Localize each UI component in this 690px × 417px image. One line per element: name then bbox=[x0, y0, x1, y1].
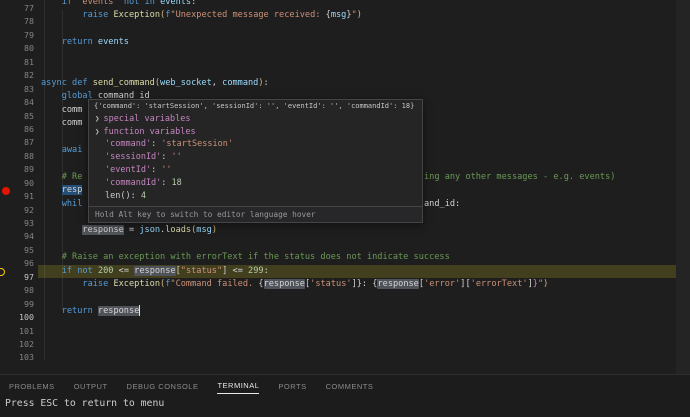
code-line[interactable]: 95 bbox=[0, 238, 690, 251]
gutter[interactable]: 103 bbox=[0, 345, 36, 358]
code-text: return response bbox=[41, 305, 140, 318]
code-text: whil bbox=[41, 198, 82, 211]
tooltip-variable-row[interactable]: 'command': 'startSession' bbox=[89, 138, 422, 151]
code-line[interactable]: 83 async def send_command(web_socket, com… bbox=[0, 77, 690, 90]
gutter[interactable]: 79 bbox=[0, 23, 36, 36]
gutter[interactable]: 78 bbox=[0, 9, 36, 22]
code-line[interactable]: 99 bbox=[0, 292, 690, 305]
tooltip-variable-row[interactable]: 'sessionId': '' bbox=[89, 151, 422, 164]
tooltip-group-special-variables[interactable]: ❯special variables bbox=[89, 112, 422, 125]
gutter[interactable]: 92 bbox=[0, 198, 36, 211]
variable-value: '' bbox=[172, 152, 182, 162]
debug-hover-tooltip[interactable]: {'command': 'startSession', 'sessionId':… bbox=[88, 99, 423, 223]
code-text: if not 200 <= response["status"] <= 299: bbox=[41, 265, 269, 278]
gutter[interactable]: 94 bbox=[0, 224, 36, 237]
code-text: raise Exception(f"Command failed. {respo… bbox=[41, 278, 548, 291]
gutter[interactable]: 96 bbox=[0, 251, 36, 264]
vscode-window: 77 if 'events' not in events:78 raise Ex… bbox=[0, 0, 690, 417]
variable-name: 'commandId' bbox=[105, 178, 161, 188]
code-text-after-tooltip: ing any other messages - e.g. events) bbox=[424, 171, 615, 184]
gutter[interactable]: 93 bbox=[0, 211, 36, 224]
code-line[interactable]: 94 response = json.loads(msg) bbox=[0, 224, 690, 237]
gutter[interactable]: 77 bbox=[0, 0, 36, 9]
code-text: raise Exception(f"Unexpected message rec… bbox=[41, 9, 362, 22]
code-line[interactable]: 103 bbox=[0, 345, 690, 358]
code-text: awai bbox=[41, 144, 82, 157]
gutter[interactable]: 90 bbox=[0, 171, 36, 184]
code-text: async def send_command(web_socket, comma… bbox=[41, 77, 269, 90]
tooltip-rows: ❯special variables❯function variables'co… bbox=[89, 112, 422, 203]
gutter[interactable]: 86 bbox=[0, 117, 36, 130]
panel-tab-problems[interactable]: PROBLEMS bbox=[9, 378, 55, 394]
code-line[interactable]: 100 return response bbox=[0, 305, 690, 318]
gutter[interactable]: 99 bbox=[0, 292, 36, 305]
code-line[interactable]: 101 bbox=[0, 319, 690, 332]
gutter[interactable]: 91 bbox=[0, 184, 36, 197]
chevron-right-icon[interactable]: ❯ bbox=[95, 114, 100, 123]
code-text: if 'events' not in events: bbox=[41, 0, 196, 9]
code-line[interactable]: 80 return events bbox=[0, 36, 690, 49]
code-editor[interactable]: 77 if 'events' not in events:78 raise Ex… bbox=[0, 0, 690, 374]
gutter[interactable]: 89 bbox=[0, 157, 36, 170]
tooltip-variable-row[interactable]: 'commandId': 18 bbox=[89, 177, 422, 190]
variable-value: 4 bbox=[141, 191, 146, 201]
gutter[interactable]: 98 bbox=[0, 278, 36, 291]
gutter[interactable]: 97 bbox=[0, 265, 36, 278]
gutter[interactable]: 85 bbox=[0, 104, 36, 117]
gutter[interactable]: 80 bbox=[0, 36, 36, 49]
code-line[interactable]: 102 bbox=[0, 332, 690, 345]
gutter[interactable]: 101 bbox=[0, 319, 36, 332]
variable-value: 18 bbox=[172, 178, 182, 188]
gutter[interactable]: 81 bbox=[0, 50, 36, 63]
bottom-panel: PROBLEMS OUTPUT DEBUG CONSOLE TERMINAL PORTS… bbox=[0, 374, 690, 417]
variable-value: '' bbox=[161, 165, 171, 175]
gutter[interactable]: 102 bbox=[0, 332, 36, 345]
gutter[interactable]: 83 bbox=[0, 77, 36, 90]
variable-name: 'command' bbox=[105, 139, 151, 149]
editor-scrollbar[interactable] bbox=[676, 0, 690, 374]
panel-tab-debug-console[interactable]: DEBUG CONSOLE bbox=[127, 378, 199, 394]
chevron-right-icon[interactable]: ❯ bbox=[95, 127, 100, 136]
terminal-output[interactable]: Press ESC to return to menu bbox=[0, 398, 690, 409]
code-line[interactable]: 97 if not 200 <= response["status"] <= 2… bbox=[0, 265, 690, 278]
text-caret bbox=[139, 305, 140, 316]
panel-tab-output[interactable]: OUTPUT bbox=[74, 378, 108, 394]
tooltip-value-summary: {'command': 'startSession', 'sessionId':… bbox=[89, 100, 422, 112]
variable-name: len() bbox=[105, 191, 131, 201]
tooltip-group-function-variables[interactable]: ❯function variables bbox=[89, 125, 422, 138]
code-text: resp bbox=[41, 184, 82, 197]
code-text: return events bbox=[41, 36, 129, 49]
gutter[interactable]: 82 bbox=[0, 63, 36, 76]
line-number: 103 bbox=[0, 351, 36, 364]
gutter[interactable]: 95 bbox=[0, 238, 36, 251]
tooltip-variable-row[interactable]: 'eventId': '' bbox=[89, 164, 422, 177]
variable-value: 'startSession' bbox=[161, 139, 233, 149]
code-line[interactable]: 81 bbox=[0, 50, 690, 63]
code-line[interactable]: 82 bbox=[0, 63, 690, 76]
variable-name: 'eventId' bbox=[105, 165, 151, 175]
variable-name: 'sessionId' bbox=[105, 152, 161, 162]
code-line[interactable]: 77 if 'events' not in events: bbox=[0, 0, 690, 9]
panel-tab-comments[interactable]: COMMENTS bbox=[326, 378, 374, 394]
tooltip-footer-hint: Hold Alt key to switch to editor languag… bbox=[89, 206, 422, 222]
gutter[interactable]: 87 bbox=[0, 130, 36, 143]
code-line[interactable]: 78 raise Exception(f"Unexpected message … bbox=[0, 9, 690, 22]
code-line[interactable]: 98 raise Exception(f"Command failed. {re… bbox=[0, 278, 690, 291]
code-text: comm bbox=[41, 117, 82, 130]
code-text: comm bbox=[41, 104, 82, 117]
gutter[interactable]: 88 bbox=[0, 144, 36, 157]
code-text: # Raise an exception with errorText if t… bbox=[41, 251, 450, 264]
panel-tab-ports[interactable]: PORTS bbox=[278, 378, 306, 394]
code-text: # Re bbox=[41, 171, 82, 184]
gutter[interactable]: 84 bbox=[0, 90, 36, 103]
tooltip-variable-row[interactable]: len(): 4 bbox=[89, 190, 422, 203]
panel-tab-terminal[interactable]: TERMINAL bbox=[217, 377, 259, 394]
code-line[interactable]: 79 bbox=[0, 23, 690, 36]
code-line[interactable]: 96 # Raise an exception with errorText i… bbox=[0, 251, 690, 264]
panel-tab-bar: PROBLEMS OUTPUT DEBUG CONSOLE TERMINAL PORTS… bbox=[0, 375, 690, 396]
gutter[interactable]: 100 bbox=[0, 305, 36, 318]
code-text: response = json.loads(msg) bbox=[41, 224, 217, 237]
code-text-after-tooltip: and_id: bbox=[424, 198, 460, 211]
